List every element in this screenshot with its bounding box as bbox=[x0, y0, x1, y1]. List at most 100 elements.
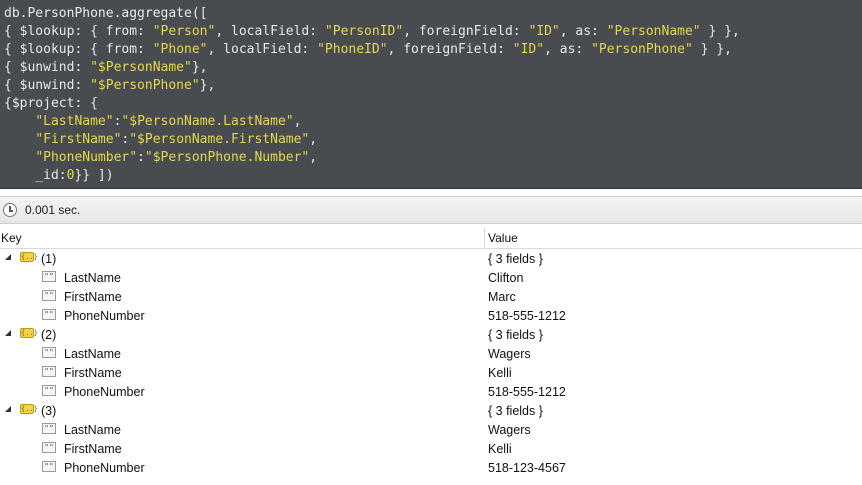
code-token: { $unwind: bbox=[4, 78, 91, 93]
code-token: { $unwind: bbox=[4, 60, 91, 75]
field-key: FirstName bbox=[64, 290, 122, 304]
field-row[interactable]: "" LastName Wagers bbox=[0, 344, 862, 363]
column-separator[interactable] bbox=[484, 228, 485, 248]
divider bbox=[0, 189, 862, 196]
object-icon: {..} bbox=[20, 404, 38, 414]
field-value: Wagers bbox=[488, 423, 531, 437]
code-token: , as: bbox=[544, 42, 592, 57]
field-key: PhoneNumber bbox=[64, 309, 145, 323]
field-value: 518-123-4567 bbox=[488, 461, 566, 475]
code-line[interactable]: db.PersonPhone.aggregate([ bbox=[4, 5, 208, 23]
document-label: (3) bbox=[41, 404, 57, 418]
code-token: "PhoneNumber" bbox=[35, 150, 138, 165]
results-rows: {..} (1){ 3 fields } "" LastName Clifton "" Fi… bbox=[0, 249, 862, 477]
code-line[interactable]: { $lookup: { from: "Phone", localField: … bbox=[4, 41, 732, 59]
document-row[interactable]: {..} (3) { 3 fields } bbox=[0, 401, 862, 420]
code-token: , foreignField: bbox=[387, 42, 513, 57]
code-token: "PersonPhone" bbox=[591, 42, 693, 57]
key-column-header[interactable]: Key bbox=[1, 231, 22, 245]
code-token: db.PersonPhone.aggregate([ bbox=[4, 6, 208, 21]
code-token: "LastName" bbox=[35, 114, 114, 129]
expand-triangle-icon[interactable] bbox=[5, 254, 11, 260]
field-row[interactable]: "" FirstName Kelli bbox=[0, 363, 862, 382]
status-bar: 0.001 sec. bbox=[0, 196, 862, 224]
field-value: Kelli bbox=[488, 442, 512, 456]
field-value: Wagers bbox=[488, 347, 531, 361]
code-line[interactable]: "FirstName":"$PersonName.FirstName", bbox=[4, 131, 317, 149]
string-icon: "" bbox=[42, 385, 56, 396]
results-tree: Key Value {..} (1){ 3 fields } "" LastName C… bbox=[0, 228, 862, 477]
code-token: { $lookup: { from: bbox=[4, 42, 153, 57]
string-icon: "" bbox=[42, 290, 56, 301]
code-token: "$PersonName" bbox=[90, 60, 192, 75]
code-line[interactable]: { $unwind: "$PersonPhone"}, bbox=[4, 77, 215, 95]
code-token: "PersonName" bbox=[606, 24, 701, 39]
code-token: "$PersonName.LastName" bbox=[121, 114, 294, 129]
field-value: 518-555-1212 bbox=[488, 385, 566, 399]
expand-triangle-icon[interactable] bbox=[5, 406, 11, 412]
field-row[interactable]: "" FirstName Kelli bbox=[0, 439, 862, 458]
field-row[interactable]: "" PhoneNumber 518-555-1212 bbox=[0, 382, 862, 401]
field-key: LastName bbox=[64, 347, 121, 361]
code-token: "PhoneID" bbox=[317, 42, 388, 57]
query-editor[interactable]: db.PersonPhone.aggregate([ { $lookup: { f… bbox=[0, 0, 862, 189]
value-column-header[interactable]: Value bbox=[488, 231, 518, 245]
code-token: , localField: bbox=[215, 24, 325, 39]
code-line[interactable]: _id:0}} ]) bbox=[4, 167, 114, 185]
code-token: , as: bbox=[559, 24, 607, 39]
string-icon: "" bbox=[42, 423, 56, 434]
code-token: : bbox=[137, 150, 145, 165]
code-token: "ID" bbox=[512, 42, 545, 57]
code-token: {$project: { bbox=[4, 96, 98, 111]
field-row[interactable]: "" PhoneNumber 518-123-4567 bbox=[0, 458, 862, 477]
document-label: (1) bbox=[41, 252, 57, 266]
field-key: PhoneNumber bbox=[64, 385, 145, 399]
code-token: "ID" bbox=[528, 24, 560, 39]
code-token: , localField: bbox=[207, 42, 318, 57]
string-icon: "" bbox=[42, 461, 56, 472]
code-token: } }, bbox=[692, 42, 732, 57]
string-icon: "" bbox=[42, 309, 56, 320]
clock-icon bbox=[3, 203, 17, 217]
expand-triangle-icon[interactable] bbox=[5, 330, 11, 336]
document-row[interactable]: {..} (2) { 3 fields } bbox=[0, 325, 862, 344]
code-token: { $lookup: { from: bbox=[4, 24, 153, 39]
code-line[interactable]: "LastName":"$PersonName.LastName", bbox=[4, 113, 301, 131]
string-icon: "" bbox=[42, 271, 56, 282]
field-key: PhoneNumber bbox=[64, 461, 145, 475]
field-key: LastName bbox=[64, 423, 121, 437]
string-icon: "" bbox=[42, 366, 56, 377]
results-header: Key Value bbox=[0, 228, 862, 249]
field-row[interactable]: "" LastName Clifton bbox=[0, 268, 862, 287]
field-value: Kelli bbox=[488, 366, 512, 380]
field-key: LastName bbox=[64, 271, 121, 285]
code-token: , bbox=[309, 150, 318, 165]
field-row[interactable]: "" LastName Wagers bbox=[0, 420, 862, 439]
string-icon: "" bbox=[42, 442, 56, 453]
code-line[interactable]: "PhoneNumber":"$PersonPhone.Number", bbox=[4, 149, 317, 167]
code-token: "Person" bbox=[152, 24, 216, 39]
code-line[interactable]: { $unwind: "$PersonName"}, bbox=[4, 59, 208, 77]
code-token: , bbox=[293, 114, 302, 129]
code-token: }} ]) bbox=[74, 168, 114, 183]
field-value: Clifton bbox=[488, 271, 524, 285]
code-line[interactable]: { $lookup: { from: "Person", localField:… bbox=[4, 23, 740, 41]
field-row[interactable]: "" PhoneNumber 518-555-1212 bbox=[0, 306, 862, 325]
code-token: , bbox=[309, 132, 318, 147]
code-line[interactable]: {$project: { bbox=[4, 95, 98, 113]
document-row[interactable]: {..} (1) { 3 fields } bbox=[0, 249, 862, 268]
object-icon: {..} bbox=[20, 328, 38, 338]
field-value: Marc bbox=[488, 290, 516, 304]
object-icon: {..} bbox=[20, 252, 38, 262]
code-token: }, bbox=[191, 60, 208, 75]
field-row[interactable]: "" FirstName Marc bbox=[0, 287, 862, 306]
document-summary: { 3 fields } bbox=[488, 252, 543, 266]
execution-time: 0.001 sec. bbox=[25, 203, 81, 217]
code-token: , foreignField: bbox=[403, 24, 529, 39]
field-value: 518-555-1212 bbox=[488, 309, 566, 323]
code-token: "Phone" bbox=[152, 42, 208, 57]
document-summary: { 3 fields } bbox=[488, 328, 543, 342]
code-token: "$PersonName.FirstName" bbox=[129, 132, 310, 147]
